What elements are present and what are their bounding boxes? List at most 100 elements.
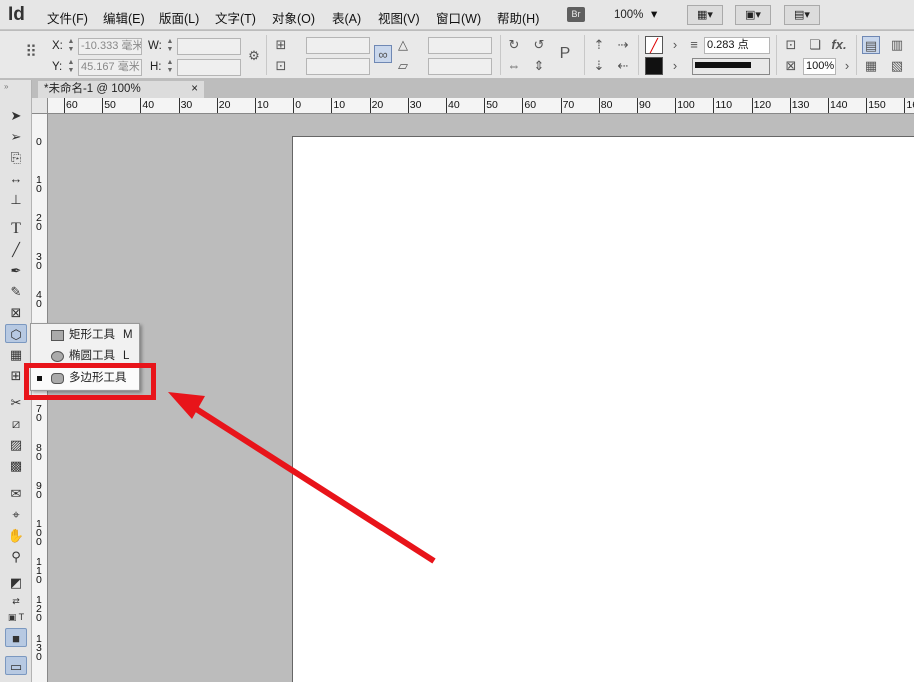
ruler-h-tick	[866, 98, 868, 113]
h-stepper[interactable]: ▲ ▼	[166, 59, 174, 76]
chevron-down-icon[interactable]: ▾	[651, 6, 657, 21]
h-field[interactable]	[177, 59, 241, 76]
menu-layout[interactable]: 版面(L)	[159, 8, 199, 27]
flip-horizontal-icon[interactable]: ⇔	[505, 57, 523, 75]
constrain-proportions-icon[interactable]: ⚙	[245, 47, 263, 65]
opacity-arrow-icon[interactable]: ›	[838, 57, 856, 75]
text-wrap-jump-icon[interactable]: ▧	[888, 57, 906, 75]
w-stepper[interactable]: ▲ ▼	[166, 38, 174, 55]
line-tool-icon[interactable]: ╱	[5, 240, 27, 259]
pen-tool-icon[interactable]: ✒	[5, 261, 27, 280]
ruler-h-label: 80	[600, 99, 613, 111]
rectangle-tool-shortcut: M	[123, 329, 133, 341]
reference-point-icon[interactable]: ⠿	[22, 44, 40, 62]
scale-y-field[interactable]	[306, 58, 370, 75]
menu-table[interactable]: 表(A)	[332, 8, 361, 27]
apply-color-icon[interactable]: ■	[5, 628, 27, 647]
pencil-tool-icon[interactable]: ✎	[5, 282, 27, 301]
menu-object[interactable]: 对象(O)	[272, 8, 315, 27]
scale-x-field[interactable]	[306, 37, 370, 54]
fill-stroke-icon[interactable]: ◩	[5, 573, 27, 592]
stroke-weight-field[interactable]: 0.283 点	[704, 37, 770, 54]
page-tool-icon[interactable]: ⎘	[5, 148, 27, 167]
link-icon[interactable]: ∞	[374, 45, 392, 63]
ruler-origin[interactable]	[32, 98, 48, 114]
flip-vertical-icon[interactable]: ⇕	[530, 57, 548, 75]
eyedropper-tool-icon[interactable]: ⌖	[5, 505, 27, 524]
opacity-field[interactable]: 100%	[803, 58, 836, 75]
text-wrap-none-icon[interactable]: ▤	[862, 36, 880, 54]
bridge-button[interactable]: Br	[567, 7, 585, 22]
menu-file[interactable]: 文件(F)	[47, 8, 88, 27]
frame-fitting-icon[interactable]: ⊡	[782, 36, 800, 54]
x-stepper[interactable]: ▲ ▼	[67, 38, 75, 55]
ruler-h-label: 130	[791, 99, 810, 111]
stroke-arrow-icon[interactable]: ›	[666, 57, 684, 75]
horizontal-ruler: 60 50 40 30 20 10 0 10 20 30 40 50 60 70 80 90 100 110 120…	[48, 98, 914, 114]
type-tool-icon[interactable]: T	[5, 219, 27, 238]
text-wrap-box-icon[interactable]: ▥	[888, 36, 906, 54]
separator	[638, 35, 639, 75]
stroke-style-dropdown[interactable]	[692, 58, 770, 75]
rectangle-tool-item[interactable]: 矩形工具 M	[31, 325, 139, 346]
formatting-affects-icon[interactable]: ▣ T	[5, 608, 27, 627]
zoom-level[interactable]: 100%	[614, 9, 643, 21]
menu-edit[interactable]: 编辑(E)	[103, 8, 145, 27]
polygon-tool-icon[interactable]: ⬡	[5, 324, 27, 343]
table-tool-icon[interactable]: ▦	[5, 345, 27, 364]
shear-icon: ▱	[398, 58, 408, 73]
ruler-h-tick	[140, 98, 142, 113]
ruler-h-tick	[331, 98, 333, 113]
drop-shadow-icon[interactable]: ❏	[806, 36, 824, 54]
direct-selection-tool-icon[interactable]: ➢	[5, 127, 27, 146]
arrange-documents-button[interactable]: ▤▾	[784, 5, 820, 25]
rectangle-frame-tool-icon[interactable]: ⊠	[5, 303, 27, 322]
gap-tool-icon[interactable]: ↔	[5, 169, 27, 188]
y-field[interactable]: 45.167 毫米	[78, 59, 142, 76]
fill-swatch-icon[interactable]: ╱	[645, 36, 663, 54]
content-collector-icon[interactable]: ⊥	[5, 190, 27, 209]
reference-p-icon[interactable]: P	[556, 45, 574, 63]
document-tab[interactable]: *未命名-1 @ 100% ×	[38, 81, 204, 98]
x-field[interactable]: -10.333 毫米	[78, 38, 142, 55]
app-logo: Id	[8, 4, 25, 25]
panel-grip-icon[interactable]: »	[4, 82, 8, 91]
text-wrap-shape-icon[interactable]: ▦	[862, 57, 880, 75]
highlight-box	[24, 363, 156, 400]
view-mode-icon[interactable]: ▭	[5, 656, 27, 675]
hand-tool-icon[interactable]: ✋	[5, 526, 27, 545]
gradient-swatch-tool-icon[interactable]: ▨	[5, 435, 27, 454]
screen-mode-button[interactable]: ▣▾	[735, 5, 771, 25]
menu-window[interactable]: 窗口(W)	[436, 8, 481, 27]
select-container-icon[interactable]: ⇡	[590, 36, 608, 54]
stroke-swatch-icon[interactable]	[645, 57, 663, 75]
rotate-field[interactable]	[428, 37, 492, 54]
ruler-h-label: 10	[257, 99, 269, 111]
select-previous-icon[interactable]: ⇠	[614, 57, 632, 75]
selection-tool-icon[interactable]: ➤	[5, 106, 27, 125]
rotate-ccw-icon[interactable]: ↺	[530, 36, 548, 54]
document-page[interactable]	[292, 136, 914, 682]
ruler-h-tick	[484, 98, 486, 113]
select-next-icon[interactable]: ⇢	[614, 36, 632, 54]
select-content-icon[interactable]: ⇣	[590, 57, 608, 75]
zoom-tool-icon[interactable]: ⚲	[5, 547, 27, 566]
gradient-feather-tool-icon[interactable]: ▩	[5, 456, 27, 475]
rectangle-tool-label: 矩形工具	[69, 329, 115, 341]
scale-y-icon: ⊡	[275, 58, 287, 73]
free-transform-icon[interactable]: ⧄	[5, 414, 27, 433]
ruler-h-label: 30	[409, 99, 422, 111]
fill-arrow-icon[interactable]: ›	[666, 36, 684, 54]
view-options-button[interactable]: ▦▾	[687, 5, 723, 25]
close-icon[interactable]: ×	[191, 81, 198, 98]
y-stepper[interactable]: ▲ ▼	[67, 59, 75, 76]
menu-help[interactable]: 帮助(H)	[497, 8, 539, 27]
rotate-cw-icon[interactable]: ↻	[505, 36, 523, 54]
menu-view[interactable]: 视图(V)	[378, 8, 420, 27]
effects-fx-icon[interactable]: fx.	[830, 36, 848, 54]
separator	[856, 35, 857, 75]
w-field[interactable]	[177, 38, 241, 55]
note-tool-icon[interactable]: ✉	[5, 484, 27, 503]
shear-field[interactable]	[428, 58, 492, 75]
menu-type[interactable]: 文字(T)	[215, 8, 256, 27]
